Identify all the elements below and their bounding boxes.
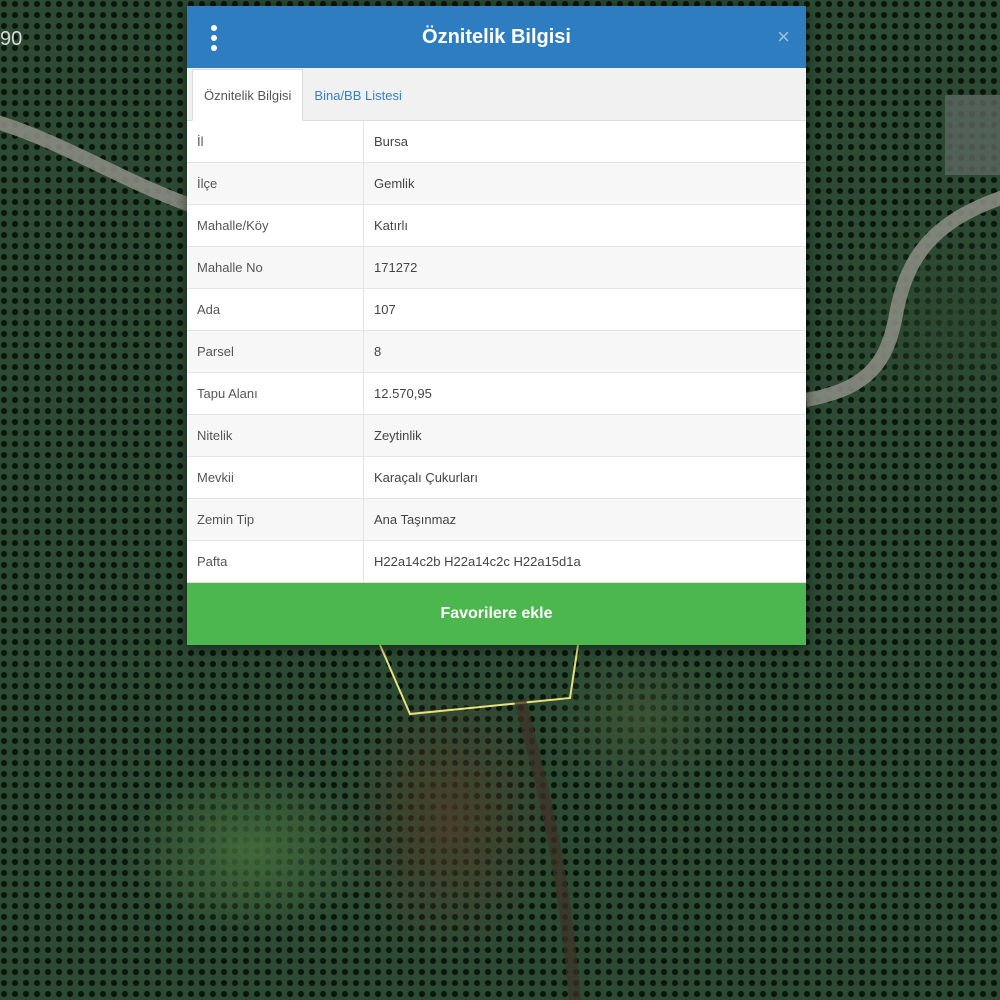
attribute-value: Gemlik — [363, 162, 806, 205]
attribute-value: 107 — [363, 288, 806, 331]
table-row: Pafta H22a14c2b H22a14c2c H22a15d1a — [187, 540, 806, 583]
road-top-left — [0, 115, 193, 212]
road-right — [804, 191, 1000, 407]
attribute-key: Parsel — [187, 330, 364, 373]
attribute-value: H22a14c2b H22a14c2c H22a15d1a — [363, 540, 806, 583]
add-to-favorites-button[interactable]: Favorilere ekle — [187, 583, 806, 645]
table-row: Parsel 8 — [187, 330, 806, 373]
attribute-key: Mahalle/Köy — [187, 204, 364, 247]
attribute-value: 8 — [363, 330, 806, 373]
attribute-key: Ada — [187, 288, 364, 331]
building — [945, 95, 1000, 175]
attribute-key: Zemin Tip — [187, 498, 364, 541]
attribute-key: Pafta — [187, 540, 364, 583]
table-row: Mahalle No 171272 — [187, 246, 806, 289]
attribute-value: 171272 — [363, 246, 806, 289]
table-row: İlçe Gemlik — [187, 162, 806, 205]
attribute-value: Zeytinlik — [363, 414, 806, 457]
attribute-table: İl Bursa İlçe Gemlik Mahalle/Köy Katırlı… — [187, 121, 806, 583]
map-scale-label: 90 — [0, 28, 23, 50]
table-row: Zemin Tip Ana Taşınmaz — [187, 498, 806, 541]
dialog-tabs: Öznitelik Bilgisi Bina/BB Listesi — [187, 68, 806, 121]
attribute-key: İl — [187, 121, 364, 163]
attribute-value: Katırlı — [363, 204, 806, 247]
close-icon[interactable]: × — [777, 24, 790, 50]
parcel-outline — [379, 644, 579, 716]
dialog-title: Öznitelik Bilgisi — [422, 25, 571, 48]
attribute-key: İlçe — [187, 162, 364, 205]
attribute-key: Mevkii — [187, 456, 364, 499]
tab-building-list[interactable]: Bina/BB Listesi — [303, 70, 412, 120]
attribute-key: Mahalle No — [187, 246, 364, 289]
table-row: Nitelik Zeytinlik — [187, 414, 806, 457]
table-row: Mevkii Karaçalı Çukurları — [187, 456, 806, 499]
attribute-info-dialog: Öznitelik Bilgisi × Öznitelik Bilgisi Bi… — [187, 6, 806, 645]
table-row: Ada 107 — [187, 288, 806, 331]
table-row: İl Bursa — [187, 121, 806, 163]
vertical-ellipsis-icon[interactable] — [209, 25, 219, 51]
creek — [514, 698, 581, 1000]
attribute-value: 12.570,95 — [363, 372, 806, 415]
dialog-header: Öznitelik Bilgisi × — [187, 6, 806, 68]
attribute-key: Tapu Alanı — [187, 372, 364, 415]
table-row: Tapu Alanı 12.570,95 — [187, 372, 806, 415]
attribute-value: Karaçalı Çukurları — [363, 456, 806, 499]
attribute-key: Nitelik — [187, 414, 364, 457]
table-row: Mahalle/Köy Katırlı — [187, 204, 806, 247]
tab-attribute-info[interactable]: Öznitelik Bilgisi — [192, 69, 304, 121]
attribute-value: Ana Taşınmaz — [363, 498, 806, 541]
attribute-value: Bursa — [363, 121, 806, 163]
